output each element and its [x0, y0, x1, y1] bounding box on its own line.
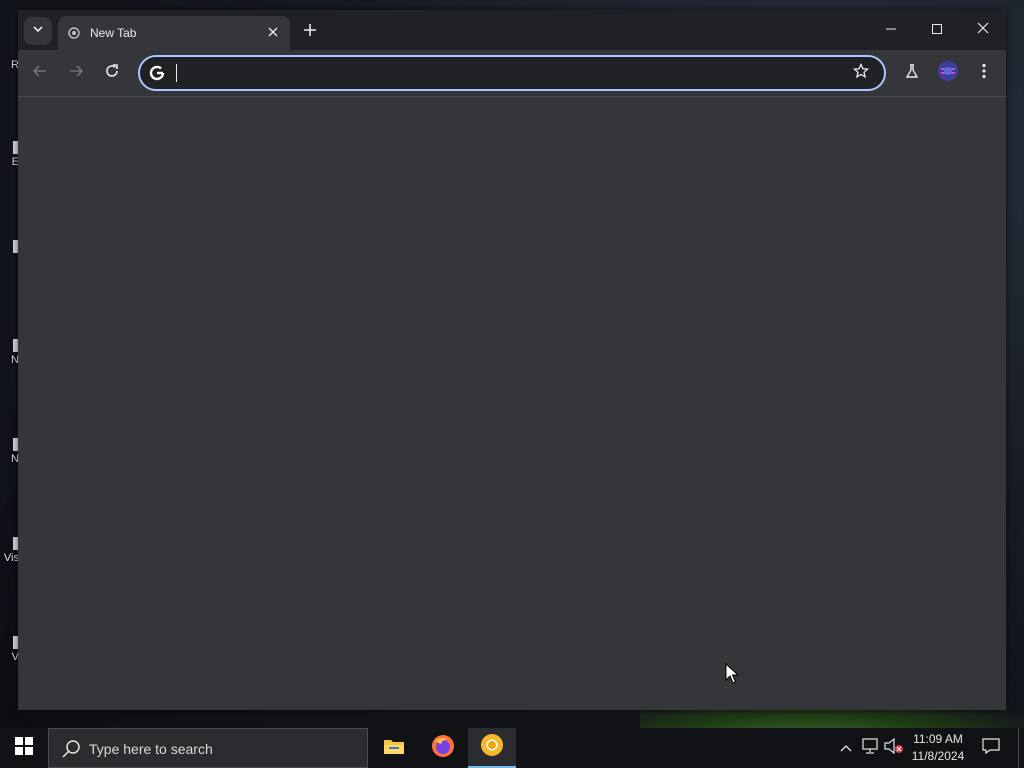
desktop-icon-label: R: [11, 59, 19, 71]
clock-date: 11/8/2024: [911, 749, 965, 763]
labs-button[interactable]: [898, 59, 926, 87]
desktop-icon[interactable]: Vis: [0, 537, 20, 577]
star-icon: [852, 62, 870, 84]
taskbar-clock[interactable]: 11:09 AM 11/8/2024: [906, 731, 970, 767]
clock-time: 11:09 AM: [913, 732, 963, 746]
network-tray-button[interactable]: [860, 737, 880, 759]
mouse-cursor-icon: [725, 662, 740, 685]
desktop-icon[interactable]: R: [0, 47, 20, 87]
chevron-up-icon: [840, 739, 852, 757]
taskbar-app-chrome-canary[interactable]: [468, 728, 516, 768]
arrow-left-icon: [32, 63, 48, 84]
chrome-canary-icon: [480, 733, 504, 762]
taskbar: Type here to search 11:09 AM 11/8/2024: [0, 728, 1024, 768]
show-desktop-button[interactable]: [1018, 728, 1019, 768]
start-button[interactable]: [0, 728, 48, 768]
address-input[interactable]: [178, 63, 838, 83]
volume-tray-button[interactable]: [884, 737, 904, 759]
desktop-icon[interactable]: V: [0, 636, 20, 676]
network-icon: [861, 737, 879, 759]
folder-icon: [383, 737, 405, 760]
chrome-icon: [68, 26, 80, 39]
tab-title: New Tab: [90, 26, 137, 40]
desktop-icon[interactable]: [0, 240, 20, 280]
minimize-icon: [886, 21, 896, 39]
desktop-icon-label: N: [11, 453, 19, 465]
maximize-button[interactable]: [914, 14, 960, 46]
minimize-button[interactable]: [868, 14, 914, 46]
desktop-icon-label: V: [11, 651, 19, 663]
more-vertical-icon: [982, 63, 986, 84]
desktop-icon[interactable]: N: [0, 438, 20, 478]
taskbar-app-firefox[interactable]: [419, 728, 467, 768]
tab-strip: New Tab: [18, 10, 1006, 50]
flask-icon: [904, 63, 920, 84]
reload-icon: [104, 63, 120, 84]
desktop-icon-label: N: [11, 354, 19, 366]
text-caret: [176, 64, 177, 82]
avatar: [937, 60, 959, 87]
windows-icon: [15, 736, 33, 760]
menu-button[interactable]: [970, 59, 998, 87]
taskbar-search-box[interactable]: Type here to search: [48, 728, 368, 768]
tab-search-button[interactable]: [24, 17, 52, 45]
plus-icon: [304, 23, 316, 41]
tab-new-tab[interactable]: New Tab: [58, 16, 290, 50]
chevron-down-icon: [32, 22, 44, 40]
desktop-icon-label: E: [11, 156, 19, 168]
taskbar-app-file-explorer[interactable]: [370, 728, 418, 768]
page-content[interactable]: [18, 97, 1006, 710]
action-center-button[interactable]: [978, 736, 1004, 760]
maximize-icon: [932, 21, 942, 39]
forward-button[interactable]: [62, 59, 90, 87]
desktop-icon[interactable]: N: [0, 339, 20, 379]
close-icon: [268, 24, 278, 42]
search-icon: [61, 739, 81, 759]
notification-icon: [982, 737, 1000, 759]
search-placeholder: Type here to search: [89, 741, 213, 757]
close-icon: [977, 21, 989, 39]
back-button[interactable]: [26, 59, 54, 87]
browser-window: New Tab: [18, 10, 1006, 710]
tab-close-button[interactable]: [264, 24, 282, 42]
volume-muted-icon: [884, 737, 904, 759]
show-hidden-icons-button[interactable]: [836, 738, 856, 758]
browser-toolbar: [18, 50, 1006, 96]
close-window-button[interactable]: [960, 14, 1006, 46]
profile-avatar-button[interactable]: [934, 59, 962, 87]
desktop-icon-label: Vis: [3, 552, 19, 564]
address-bar[interactable]: [138, 55, 886, 91]
arrow-right-icon: [68, 63, 84, 84]
desktop-icon[interactable]: E: [0, 141, 20, 181]
bookmark-star-button[interactable]: [850, 62, 872, 84]
reload-button[interactable]: [98, 59, 126, 87]
google-icon: [148, 64, 166, 82]
firefox-icon: [431, 734, 455, 763]
new-tab-button[interactable]: [298, 20, 322, 44]
